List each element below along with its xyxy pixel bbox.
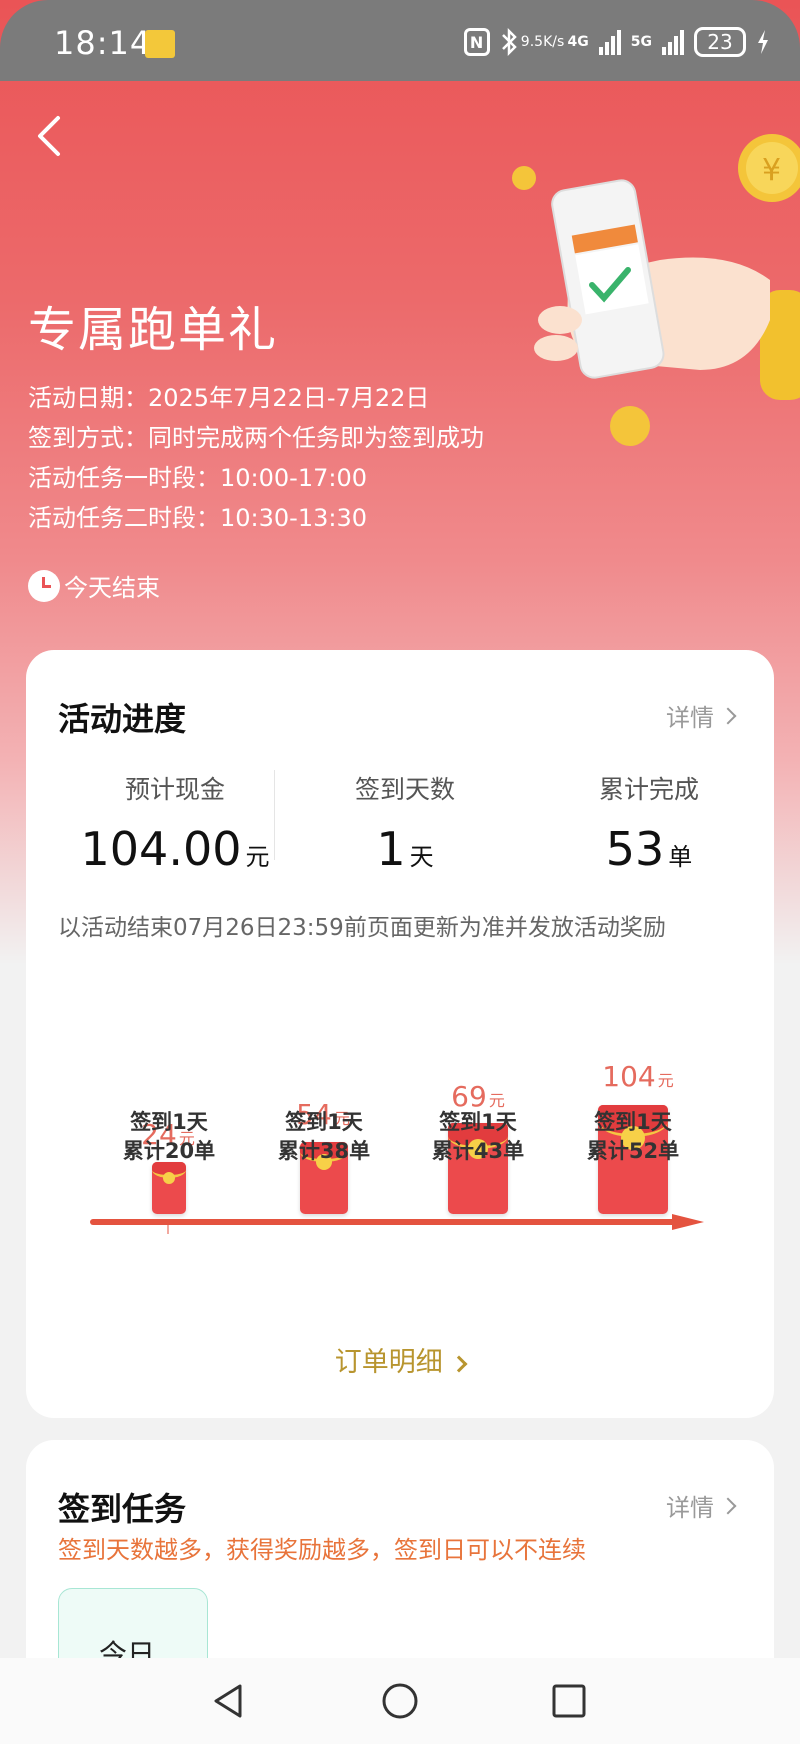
tier-amount-value: 104 — [602, 1060, 656, 1093]
checkin-method: 签到方式：同时完成两个任务即为签到成功 — [28, 424, 484, 452]
tier-label: 签到1天 累计43单 — [408, 1108, 548, 1166]
signal-icon-2 — [662, 29, 684, 55]
back-button[interactable] — [30, 112, 70, 160]
stat-total-orders: 累计完成 53 单 — [534, 770, 764, 876]
tier-label: 签到1天 累计38单 — [254, 1108, 394, 1166]
tier-amount-unit: 元 — [657, 1071, 674, 1090]
tier-label-line2: 累计52单 — [586, 1139, 680, 1163]
signal-icon-1 — [598, 29, 621, 55]
order-details-link[interactable]: 订单明细 — [0, 1340, 800, 1379]
stat-label: 累计完成 — [598, 775, 699, 804]
stats-divider — [274, 770, 275, 860]
stat-unit: 单 — [668, 843, 693, 871]
stat-estimated-cash: 预计现金 104.00 元 — [60, 770, 290, 876]
order-details-label: 订单明细 — [334, 1347, 443, 1378]
tier-label-line1: 签到1天 — [439, 1110, 517, 1134]
nfc-icon: N — [463, 28, 490, 56]
progress-detail-label: 详情 — [666, 704, 714, 732]
tier-label-line2: 累计43单 — [431, 1139, 525, 1163]
red-envelope-icon — [152, 1162, 186, 1214]
tier-label-line1: 签到1天 — [285, 1110, 363, 1134]
battery-icon: 23 — [694, 27, 746, 57]
activity-date: 活动日期：2025年7月22日-7月22日 — [28, 384, 430, 412]
charging-icon — [756, 29, 770, 55]
stat-label: 预计现金 — [124, 775, 225, 804]
tier-label: 签到1天 累计52单 — [563, 1108, 703, 1166]
progress-track — [90, 1214, 704, 1234]
progress-card: 活动进度 详情 预计现金 104.00 元 签到天数 1天 累计完成 53 单 以活… — [26, 650, 774, 1418]
system-nav-bar — [0, 1658, 800, 1744]
progress-detail-link[interactable]: 详情 — [666, 698, 737, 733]
checkin-tip: 签到天数越多，获得奖励越多，签到日可以不连续 — [58, 1536, 586, 1564]
task2-period: 活动任务二时段：10:30-13:30 — [28, 504, 367, 532]
bluetooth-icon — [500, 28, 518, 56]
deadline-text: 今天结束 — [64, 574, 160, 602]
stat-unit: 天 — [409, 843, 434, 871]
activity-info: 活动日期：2025年7月22日-7月22日 签到方式：同时完成两个任务即为签到成… — [28, 378, 484, 538]
nav-recents-icon[interactable] — [546, 1678, 592, 1724]
chevron-right-icon — [719, 707, 737, 724]
reward-note: 以活动结束07月26日23:59前页面更新为准并发放活动奖励 — [58, 915, 666, 941]
stat-value: 53 — [605, 822, 665, 876]
checkin-detail-label: 详情 — [666, 1494, 714, 1522]
stat-label: 签到天数 — [354, 775, 455, 804]
chevron-right-icon — [450, 1355, 468, 1372]
checkin-card-title: 签到任务 — [58, 1490, 187, 1528]
notification-icon — [145, 30, 175, 58]
stat-value: 104.00 — [80, 822, 242, 876]
hand-phone-illustration: ¥ — [500, 120, 800, 460]
page-title: 专属跑单礼 — [28, 302, 279, 358]
deadline-badge: 今天结束 — [28, 568, 160, 603]
net-speed: 9.5 K/s — [521, 35, 564, 49]
chevron-right-icon — [719, 1497, 737, 1514]
tier-label: 签到1天 累计20单 — [99, 1108, 239, 1166]
tier-label-line2: 累计38单 — [277, 1139, 371, 1163]
stat-unit: 元 — [245, 843, 270, 871]
chevron-left-icon — [38, 116, 60, 156]
task1-period: 活动任务一时段：10:00-17:00 — [28, 464, 367, 492]
svg-text:¥: ¥ — [762, 153, 781, 188]
nav-home-icon[interactable] — [377, 1678, 423, 1724]
tier-amount: 104 元 — [588, 1060, 688, 1093]
stat-value: 1 — [376, 822, 406, 876]
status-time: 18:14 — [54, 24, 152, 62]
tier-label-line2: 累计20单 — [122, 1139, 216, 1163]
net-speed-unit: K/s — [543, 34, 565, 50]
progress-card-title: 活动进度 — [58, 700, 187, 738]
network-type-2: 5G — [630, 34, 652, 50]
tier-label-line1: 签到1天 — [594, 1110, 672, 1134]
clock-icon — [28, 569, 60, 602]
status-icons: N 9.5 K/s 4G 5G 23 — [463, 22, 770, 62]
checkin-detail-link[interactable]: 详情 — [666, 1488, 737, 1523]
net-speed-value: 9.5 — [520, 34, 544, 50]
status-bar: 18:14 N 9.5 K/s 4G 5G 23 — [0, 0, 800, 81]
stat-checkin-days: 签到天数 1天 — [290, 770, 520, 876]
tier-label-line1: 签到1天 — [130, 1110, 208, 1134]
stats-row: 预计现金 104.00 元 签到天数 1天 累计完成 53 单 — [26, 770, 774, 880]
nav-back-icon[interactable] — [206, 1678, 252, 1724]
network-type-1: 4G — [567, 34, 589, 50]
